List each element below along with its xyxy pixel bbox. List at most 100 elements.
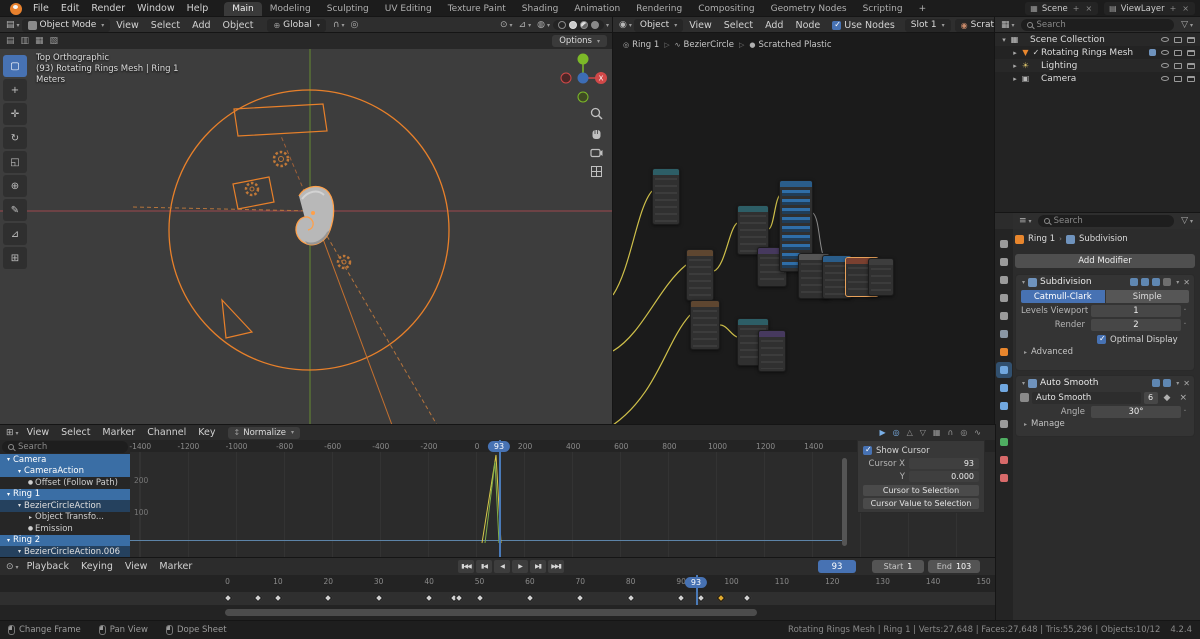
workspace-tab[interactable]: Animation [566,2,628,17]
menu-item[interactable]: Select [145,20,186,31]
tool-scale[interactable]: ◱ [3,151,27,173]
gizmo-dropdown-icon[interactable]: ⊿ ▾ [516,20,535,30]
workspace-tab[interactable]: Sculpting [319,2,377,17]
realtime-toggle[interactable] [1141,278,1150,286]
edit-mode-toggle[interactable] [1130,278,1139,286]
keyframe-diamond[interactable] [742,593,751,603]
playhead-line[interactable] [499,440,501,558]
channel-icon[interactable]: ▾ [4,456,13,463]
solid-shading-icon[interactable] [568,21,577,29]
menu-item[interactable]: Playback [21,561,75,572]
slot-dropdown[interactable]: Slot 1 ▾ [904,18,951,32]
mode-dropdown[interactable]: Object Mode ▾ [21,18,111,32]
channel-row[interactable]: ▾ BezierCircleAction.006 [0,546,130,558]
search-input[interactable] [1036,20,1169,30]
shader-node[interactable] [868,258,894,296]
channel-icon[interactable]: ● [26,479,35,486]
channel-icon[interactable]: ● [26,525,35,532]
keyframe-diamond[interactable] [424,593,434,603]
keyframe-diamond[interactable] [223,593,232,603]
disable-in-viewport-icon[interactable] [1187,36,1195,43]
workspace-tab[interactable]: Geometry Nodes [763,2,855,17]
tab-object[interactable] [996,344,1012,360]
next-keyframe-button[interactable]: ▶▮ [530,560,546,573]
workspace-tab[interactable]: Scripting [855,2,911,17]
remove-viewlayer-icon[interactable]: × [1181,4,1190,13]
toggle-grid-icon[interactable] [590,165,603,178]
disclosure-icon[interactable]: ▾ [999,36,1009,44]
keyframe-diamond[interactable] [697,593,706,603]
disable-in-render-icon[interactable] [1174,49,1182,56]
toolsettings-icon-3[interactable]: ▦ [35,36,44,46]
editor-type-icon[interactable]: ▦ ▾ [999,20,1017,30]
workspace-tab[interactable]: Texture Paint [440,2,514,17]
tab-output[interactable] [996,272,1012,288]
keyframe-diamond[interactable] [525,593,535,603]
advanced-section[interactable]: ▸ Advanced [1016,346,1194,358]
unlink-icon[interactable]: × [1176,393,1190,403]
disclosure-icon[interactable]: ▸ [1010,62,1020,70]
rendered-shading-icon[interactable] [590,21,599,29]
end-frame-field[interactable]: End 103 [928,560,980,573]
simple-button[interactable]: Simple [1105,290,1189,303]
overlays-toggle[interactable]: ∿ [974,428,981,437]
tab-tool[interactable] [996,236,1012,252]
breadcrumb-object[interactable]: Ring 1 [632,40,659,50]
keyframe-diamond[interactable] [455,593,464,603]
on-cage-toggle[interactable] [1163,278,1172,286]
overlays-dropdown-icon[interactable]: ◍ ▾ [534,20,553,30]
tab-texture[interactable] [996,470,1012,486]
channel-icon[interactable]: ▸ [26,514,35,521]
material-preview-icon[interactable] [579,21,588,29]
catmull-clark-button[interactable]: Catmull-Clark [1021,290,1105,303]
cursor-value-to-selection-button[interactable]: Cursor Value to Selection [863,498,979,509]
channel-icon[interactable]: ▾ [15,502,24,509]
current-frame-field[interactable]: 93 [818,560,856,573]
optimal-display-checkbox[interactable] [1097,334,1106,344]
menu-item[interactable]: Render [85,3,131,14]
workspace-tab[interactable]: + [911,2,935,17]
animate-dot-icon[interactable]: · [1181,406,1189,417]
channel-row[interactable]: ▾ BezierCircleAction [0,500,130,512]
move-view-hand-icon[interactable] [590,127,603,140]
modifier-name[interactable]: Subdivision [1040,277,1092,287]
outliner-row[interactable]: ▸ Rotating Rings Mesh [995,46,1200,59]
render-toggle[interactable] [1152,278,1161,286]
render-toggle[interactable] [1163,379,1172,387]
zoom-icon[interactable] [590,107,603,120]
menu-item[interactable]: Add [759,20,789,31]
menu-item[interactable]: View [110,20,145,31]
show-cursor-checkbox[interactable] [863,445,872,455]
disclosure-icon[interactable]: ▸ [1010,49,1020,57]
viewlayer-selector[interactable]: ▤ ViewLayer + × [1104,2,1195,15]
disclosure-icon[interactable]: ▸ [1010,75,1020,83]
playhead-badge[interactable]: 93 [487,441,511,452]
channel-icon[interactable]: ▾ [4,537,13,544]
menu-item[interactable]: Marker [153,561,198,572]
shader-node[interactable] [652,168,680,225]
extras-dropdown-icon[interactable]: ▾ [1176,380,1179,387]
scene-selector[interactable]: ▦ Scene + × [1025,2,1099,15]
new-viewlayer-icon[interactable]: + [1169,4,1178,13]
search-input[interactable] [18,442,122,452]
channel-row[interactable]: ▾ CameraAction [0,465,130,477]
workspace-tab[interactable]: UV Editing [377,2,440,17]
keyframe-diamond[interactable] [253,593,262,603]
tool-rotate[interactable]: ↻ [3,127,27,149]
breadcrumb-object[interactable]: Ring 1 [1028,234,1055,244]
close-icon[interactable]: ✕ [1183,278,1190,287]
material-selector[interactable]: ◉ Scratched [954,18,995,32]
channel-row[interactable]: ▸ Object Transfo... [0,512,130,524]
tool-add-cube[interactable]: ⊞ [3,247,27,269]
tool-select-box[interactable]: ▢ [3,55,27,77]
shading-dropdown-icon[interactable]: ▾ [606,22,609,29]
animate-dot-icon[interactable]: · [1181,319,1189,330]
play-button[interactable]: ▶ [512,560,528,573]
channel-row[interactable]: ▾ Camera [0,454,130,466]
channel-row[interactable]: ● Emission [0,523,130,535]
disable-in-render-icon[interactable] [1174,75,1182,82]
menu-item[interactable]: Window [131,3,180,14]
viewport-3d[interactable]: ▤ ▥ ▦ ▧ Options ▾ ▢ + ✛ ↻ ◱ ⊕ ✎ ⊿ ⊞ Top Orthograp… [0,32,614,426]
outliner-search[interactable] [1020,19,1175,31]
hide-in-viewport-icon[interactable] [1161,76,1169,81]
